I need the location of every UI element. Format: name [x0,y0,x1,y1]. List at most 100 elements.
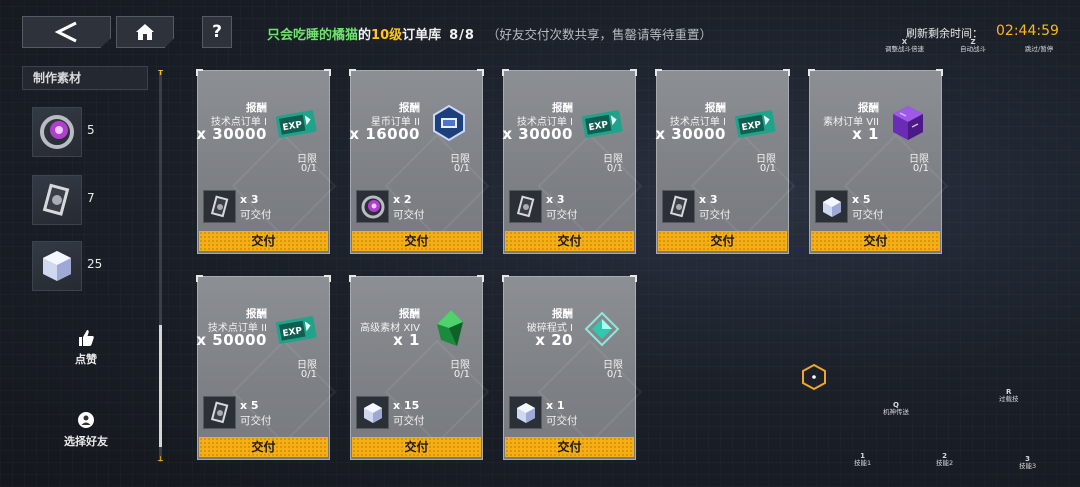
title-note: （好友交付次数共享，售罄请等待重置） [486,27,712,42]
material-count: 7 [87,191,95,205]
deliver-button[interactable]: 交付 [505,231,634,251]
hint-auto-battle: Z 自动战斗 [960,38,986,54]
scroll-bottom-mark: ⊥ [157,455,164,463]
exp-ticket-icon: EXP [272,102,320,144]
hint-mech-teleport: Q 机神传送 [883,401,909,417]
daily-limit-value: 0/1 [606,369,623,380]
like-button[interactable]: 点赞 [55,328,117,367]
hint-overload-skill: R 过载技 [999,388,1019,404]
green-crystal-icon [425,308,473,350]
deliver-button[interactable]: 交付 [199,437,328,457]
card-corner [630,69,637,76]
required-quantity: x 3 [699,193,718,206]
card-corner [630,275,637,282]
like-label: 点赞 [75,353,97,366]
teal-shard-icon [578,308,626,350]
card-corner [324,275,331,282]
back-arrow-icon [54,21,77,43]
material-item-crystal-cube[interactable]: 25 [32,241,122,293]
deliver-button[interactable]: 交付 [352,437,481,457]
order-card: 报酬 技术点订单 Ix 30000 EXP 日限 0/1 x 3 可交付 交付 [196,69,331,254]
reward-quantity: x 1 [852,125,879,143]
required-quantity: x 3 [240,193,259,206]
card-corner [936,69,943,76]
page-title: 只会吃睡的橘猫的10级订单库 8/8 （好友交付次数共享，售罄请等待重置） [267,24,712,43]
exp-ticket-icon: EXP [731,102,779,144]
help-button[interactable]: ? [202,16,232,48]
data-chip-icon [203,396,236,429]
card-corner [349,275,356,282]
select-friend-label: 选择好友 [64,435,108,448]
reward-quantity: x 1 [393,331,420,349]
select-friend-button[interactable]: 选择好友 [55,410,117,449]
card-corner [324,69,331,76]
card-corner [502,275,509,282]
reward-quantity: x 30000 [196,125,267,143]
deliverable-status: 可交付 [393,209,425,221]
sidebar-scrollbar[interactable] [159,72,162,462]
deliverable-status: 可交付 [852,209,884,221]
material-item-purple-orb[interactable]: 5 [32,107,122,159]
hex-target-icon[interactable] [801,363,827,391]
deliver-button[interactable]: 交付 [505,437,634,457]
exp-ticket-icon: EXP [272,308,320,350]
deliverable-status: 可交付 [240,209,272,221]
card-corner [655,69,662,76]
purple-orb-icon [32,107,82,157]
required-quantity: x 5 [852,193,871,206]
refresh-timer-value: 02:44:59 [996,23,1059,39]
data-chip-icon [509,190,542,223]
title-suffix: 订单库 [402,28,442,43]
scrollbar-thumb[interactable] [159,325,162,447]
daily-limit-value: 0/1 [453,369,470,380]
required-quantity: x 1 [546,399,565,412]
deliverable-status: 可交付 [546,209,578,221]
card-corner [808,69,815,76]
daily-limit-value: 0/1 [453,163,470,174]
reward-quantity: x 16000 [349,125,420,143]
reward-quantity: x 20 [535,331,573,349]
required-quantity: x 2 [393,193,412,206]
deliver-button[interactable]: 交付 [352,231,481,251]
title-of: 的 [358,28,372,43]
deliverable-status: 可交付 [393,415,425,427]
deliver-button[interactable]: 交付 [658,231,787,251]
card-corner [502,69,509,76]
crystal-cube-icon [32,241,82,291]
deliver-button[interactable]: 交付 [199,231,328,251]
friend-icon [78,412,94,428]
purple-cube-icon [884,102,932,144]
order-card: 报酬 高级素材 XIV x 1 日限 0/1 x 15 可交付 交付 [349,275,484,460]
material-count: 25 [87,257,103,271]
daily-limit-value: 0/1 [606,163,623,174]
hint-skill-3: 3 技能3 [1019,455,1037,471]
card-corner [349,69,356,76]
data-chip-icon [203,190,236,223]
tab-crafting-materials[interactable]: 制作素材 [22,66,148,90]
required-quantity: x 15 [393,399,420,412]
daily-limit-value: 0/1 [300,369,317,380]
order-card: 报酬 星币订单 II x 16000 日限 0/1 x 2 可交付 交付 [349,69,484,254]
material-item-data-chip[interactable]: 7 [32,175,122,227]
home-button[interactable] [116,16,174,48]
required-quantity: x 3 [546,193,565,206]
deliverable-status: 可交付 [240,415,272,427]
back-button[interactable] [22,16,111,48]
deliver-button[interactable]: 交付 [811,231,940,251]
reward-quantity: x 50000 [196,331,267,349]
exp-ticket-icon: EXP [578,102,626,144]
deliverable-status: 可交付 [546,415,578,427]
crystal-cube-icon [356,396,389,429]
order-card: 报酬 技术点订单 Ix 30000 EXP 日限 0/1 x 3 可交付 交付 [655,69,790,254]
purple-orb-icon [356,190,389,223]
title-level: 10级 [371,28,403,43]
hint-speed: X 调整战斗倍速 [885,38,924,54]
required-quantity: x 5 [240,399,259,412]
hint-skip-pause: ESC跳过/暂停 [1025,45,1054,54]
thumbs-up-icon [79,330,94,346]
daily-limit-value: 0/1 [300,163,317,174]
home-icon [136,24,154,40]
hint-skill-1: 1 技能1 [854,452,872,468]
reward-quantity: x 30000 [655,125,726,143]
order-card: 报酬 素材订单 VII x 1 日限 0/1 x 5 可交付 交付 [808,69,943,254]
